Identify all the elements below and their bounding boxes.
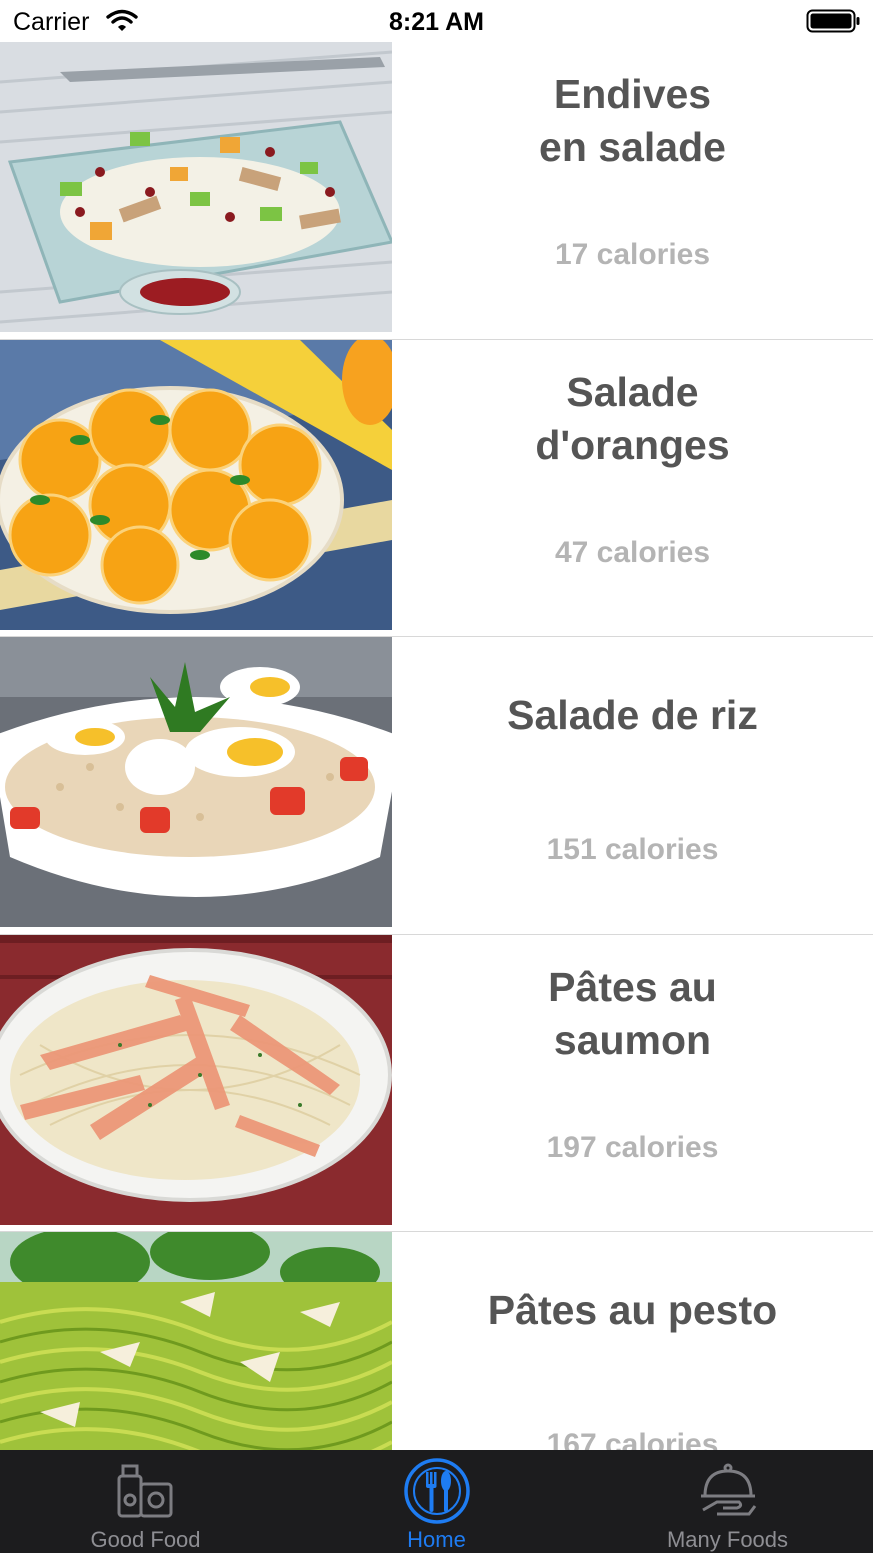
tab-bar: Good Food Home Many Foods bbox=[0, 1450, 873, 1553]
serving-cloche-icon bbox=[700, 1463, 756, 1516]
food-calories: 197 calories bbox=[546, 1130, 719, 1164]
rice-salad-photo bbox=[0, 637, 392, 927]
food-row-riz[interactable]: Salade de riz 151 calories bbox=[0, 637, 873, 935]
food-row-oranges[interactable]: Salade d'oranges 47 calories bbox=[0, 339, 873, 637]
food-calories: 167 calories bbox=[546, 1428, 719, 1450]
food-row-pesto[interactable]: Pâtes au pesto 167 calories bbox=[0, 1232, 873, 1450]
food-name: Salade de riz bbox=[507, 692, 758, 738]
tab-label: Home bbox=[407, 1527, 466, 1552]
status-bar: Carrier 8:21 AM bbox=[0, 0, 873, 42]
salmon-pasta-photo bbox=[0, 934, 392, 1225]
tab-label: Many Foods bbox=[666, 1527, 789, 1552]
status-time: 8:21 AM bbox=[389, 8, 484, 36]
food-calories: 151 calories bbox=[546, 833, 719, 866]
food-calories: 47 calories bbox=[554, 535, 711, 569]
tab-label: Good Food bbox=[90, 1527, 201, 1552]
food-name: Salade d'oranges bbox=[535, 368, 730, 468]
food-calories: 17 calories bbox=[554, 238, 711, 271]
battery-icon bbox=[806, 9, 860, 33]
food-name: Pâtes au saumon bbox=[548, 963, 717, 1063]
food-row-saumon[interactable]: Pâtes au saumon 197 calories bbox=[0, 934, 873, 1232]
cutlery-icon bbox=[403, 1458, 470, 1524]
groceries-icon bbox=[117, 1464, 172, 1518]
food-name: Pâtes au pesto bbox=[487, 1287, 778, 1333]
endive-salad-photo bbox=[0, 42, 392, 332]
pesto-pasta-photo bbox=[0, 1232, 392, 1450]
tab-home[interactable]: Home bbox=[291, 1450, 582, 1553]
tab-good-food[interactable]: Good Food bbox=[0, 1450, 291, 1553]
app-screen: Carrier 8:21 AM Endives en salade 17 cal… bbox=[0, 0, 873, 1553]
orange-salad-photo bbox=[0, 339, 392, 630]
tab-many-foods[interactable]: Many Foods bbox=[582, 1450, 873, 1553]
food-row-endives[interactable]: Endives en salade 17 calories bbox=[0, 42, 873, 340]
food-list[interactable]: Endives en salade 17 calories Salade d'o… bbox=[0, 42, 873, 1450]
food-name: Endives en salade bbox=[539, 71, 726, 170]
